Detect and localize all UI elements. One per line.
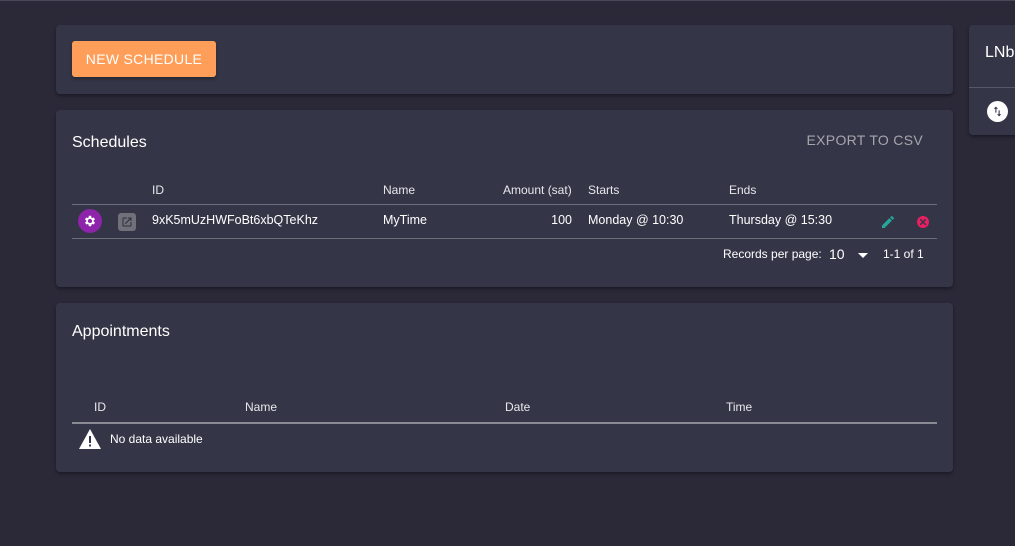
records-per-page-label: Records per page: (723, 247, 822, 261)
row-divider (72, 238, 937, 239)
no-data-message: No data available (110, 432, 203, 446)
schedule-id: 9xK5mUzHWFoBt6xbQTeKhz (152, 213, 319, 227)
pagination-range: 1-1 of 1 (883, 247, 924, 261)
warning-icon (79, 429, 101, 449)
export-csv-button[interactable]: EXPORT TO CSV (807, 132, 923, 148)
column-header-date[interactable]: Date (505, 400, 530, 414)
edit-icon[interactable] (880, 214, 896, 230)
column-header-ends[interactable]: Ends (729, 183, 756, 197)
schedule-amount: 100 (551, 213, 572, 227)
side-card: LNb (969, 25, 1015, 135)
schedule-ends: Thursday @ 15:30 (729, 213, 833, 227)
schedule-starts: Monday @ 10:30 (588, 213, 684, 227)
appointments-card: Appointments ID Name Date Time No data a… (56, 303, 953, 472)
chevron-down-icon[interactable] (856, 250, 870, 260)
column-header-starts[interactable]: Starts (588, 183, 619, 197)
cancel-icon[interactable] (915, 214, 931, 230)
launch-icon[interactable] (118, 213, 136, 231)
settings-icon[interactable] (78, 209, 102, 233)
column-header-amount[interactable]: Amount (sat) (503, 183, 572, 197)
swap-vert-icon[interactable] (987, 101, 1008, 122)
header-divider (72, 422, 937, 424)
schedules-card: Schedules EXPORT TO CSV ID Name Amount (… (56, 110, 953, 287)
column-header-name[interactable]: Name (245, 400, 277, 414)
column-header-id[interactable]: ID (94, 400, 106, 414)
column-header-time[interactable]: Time (726, 400, 752, 414)
side-card-title: LNb (985, 44, 1015, 61)
actions-card: NEW SCHEDULE (56, 25, 953, 94)
column-header-id[interactable]: ID (152, 183, 164, 197)
schedules-title: Schedules (72, 134, 147, 151)
column-header-name[interactable]: Name (383, 183, 415, 197)
appointments-title: Appointments (72, 323, 170, 340)
new-schedule-button[interactable]: NEW SCHEDULE (72, 41, 216, 77)
header-divider (72, 204, 937, 205)
schedule-name: MyTime (383, 213, 427, 227)
records-per-page-select[interactable]: 10 (829, 246, 845, 262)
side-divider (969, 87, 1015, 88)
